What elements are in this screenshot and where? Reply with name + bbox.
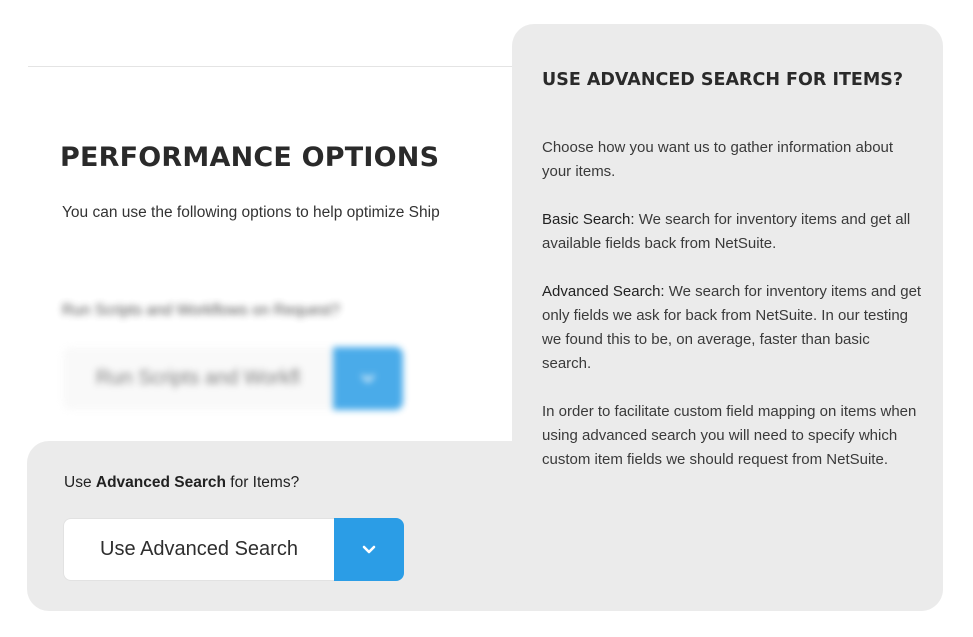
advanced-search-select-value[interactable]: Use Advanced Search — [63, 518, 334, 581]
run-scripts-label: Run Scripts and Workflows on Request? — [62, 302, 340, 319]
tooltip-title: USE ADVANCED SEARCH FOR ITEMS? — [542, 70, 904, 90]
advanced-search-label: Use Advanced Search for Items? — [64, 474, 300, 491]
page-intro: You can use the following options to hel… — [62, 204, 440, 221]
tooltip-body: Choose how you want us to gather informa… — [542, 136, 922, 496]
tooltip-advanced-search: Advanced Search: We search for inventory… — [542, 283, 922, 372]
help-tooltip: USE ADVANCED SEARCH FOR ITEMS? Choose ho… — [512, 24, 943, 611]
advanced-search-select[interactable]: Use Advanced Search — [63, 518, 404, 581]
page-title: PERFORMANCE OPTIONS — [60, 142, 440, 173]
chevron-down-icon — [361, 374, 375, 382]
chevron-down-icon — [362, 545, 376, 553]
tooltip-custom-note: In order to facilitate custom field mapp… — [542, 403, 917, 468]
advanced-search-dropdown-button[interactable] — [334, 518, 404, 581]
tooltip-intro: Choose how you want us to gather informa… — [542, 139, 894, 180]
tooltip-basic-search: Basic Search: We search for inventory it… — [542, 211, 911, 252]
run-scripts-select-value[interactable]: Run Scripts and Workfl — [63, 347, 333, 410]
run-scripts-dropdown-button[interactable] — [333, 347, 403, 410]
run-scripts-select[interactable]: Run Scripts and Workfl — [63, 347, 403, 410]
section-divider — [28, 66, 518, 67]
